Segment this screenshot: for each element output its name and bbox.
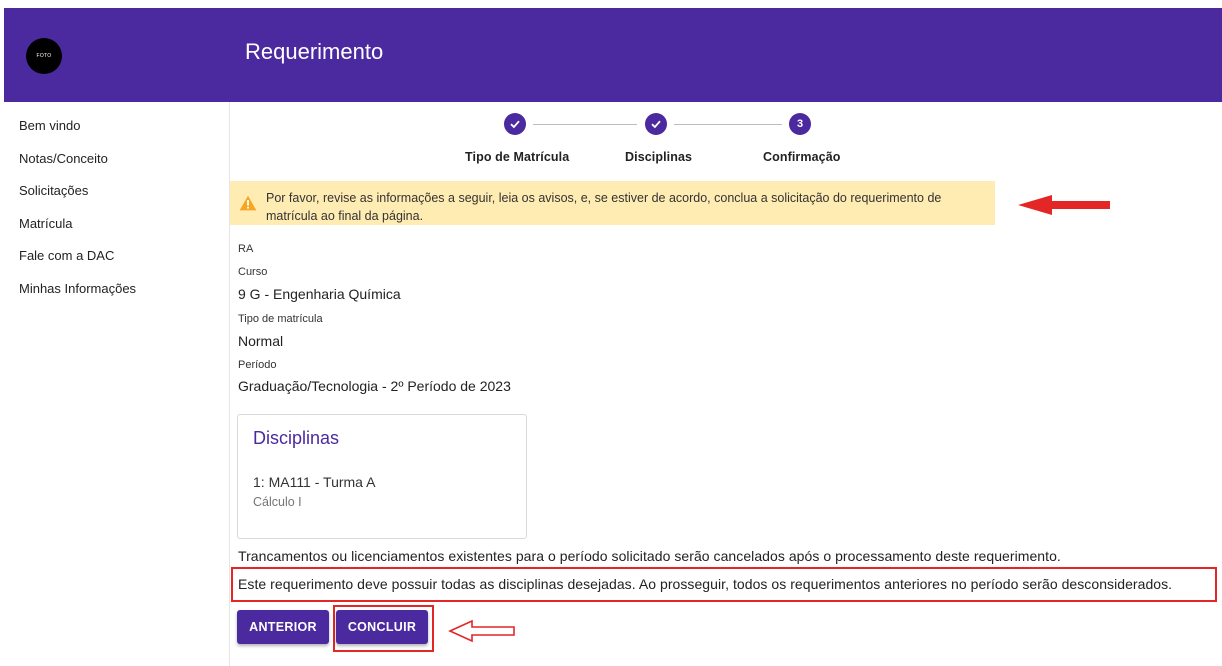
sidebar-item-bem-vindo[interactable]: Bem vindo — [4, 110, 230, 143]
disciplina-item: 1: MA111 - Turma A — [253, 474, 376, 490]
curso-label: Curso — [238, 266, 268, 278]
anterior-button[interactable]: ANTERIOR — [237, 610, 329, 644]
sidebar-item-solicitacoes[interactable]: Solicitações — [4, 175, 230, 208]
tipo-matricula-label: Tipo de matrícula — [238, 313, 323, 325]
step-connector — [674, 124, 782, 125]
alert-text: Por favor, revise as informações a segui… — [266, 191, 942, 223]
requerimento-notice: Este requerimento deve possuir todas as … — [238, 576, 1173, 592]
ra-label: RA — [238, 243, 254, 255]
disciplinas-card: Disciplinas 1: MA111 - Turma A Cálculo I — [237, 414, 527, 539]
card-title: Disciplinas — [253, 428, 340, 448]
step-2-circle — [645, 113, 667, 135]
warning-icon — [239, 195, 257, 211]
page-title: Requerimento — [245, 39, 384, 64]
check-icon — [510, 120, 520, 129]
trancamentos-notice: Trancamentos ou licenciamentos existente… — [238, 548, 1061, 564]
sidebar-nav: Bem vindo Notas/Conceito Solicitações Ma… — [4, 102, 230, 305]
sidebar-header: FOTO — [4, 8, 230, 102]
annotation-arrow-icon — [448, 619, 515, 643]
avatar: FOTO — [26, 38, 62, 74]
step-connector — [533, 124, 637, 125]
sidebar: FOTO Bem vindo Notas/Conceito Solicitaçõ… — [4, 8, 230, 666]
periodo-label: Período — [238, 359, 277, 371]
sidebar-item-notas[interactable]: Notas/Conceito — [4, 143, 230, 176]
step-label-confirmacao: Confirmação — [763, 150, 841, 164]
warning-alert: Por favor, revise as informações a segui… — [230, 181, 995, 225]
check-icon — [651, 120, 661, 129]
periodo-value: Graduação/Tecnologia - 2º Período de 202… — [238, 378, 511, 394]
sidebar-item-fale-dac[interactable]: Fale com a DAC — [4, 240, 230, 273]
page-header: Requerimento — [230, 8, 1222, 102]
tipo-matricula-value: Normal — [238, 333, 284, 349]
sidebar-item-minhas-informacoes[interactable]: Minhas Informações — [4, 273, 230, 306]
step-3-circle: 3 — [789, 113, 811, 135]
annotation-arrow-icon — [1018, 195, 1110, 215]
step-label-disciplinas: Disciplinas — [625, 150, 693, 164]
step-label-tipo: Tipo de Matrícula — [465, 150, 570, 164]
step-1-circle — [504, 113, 526, 135]
curso-value: 9 G - Engenharia Química — [238, 286, 401, 302]
disciplina-name: Cálculo I — [253, 495, 302, 509]
sidebar-item-matricula[interactable]: Matrícula — [4, 208, 230, 241]
concluir-button[interactable]: CONCLUIR — [336, 610, 428, 644]
